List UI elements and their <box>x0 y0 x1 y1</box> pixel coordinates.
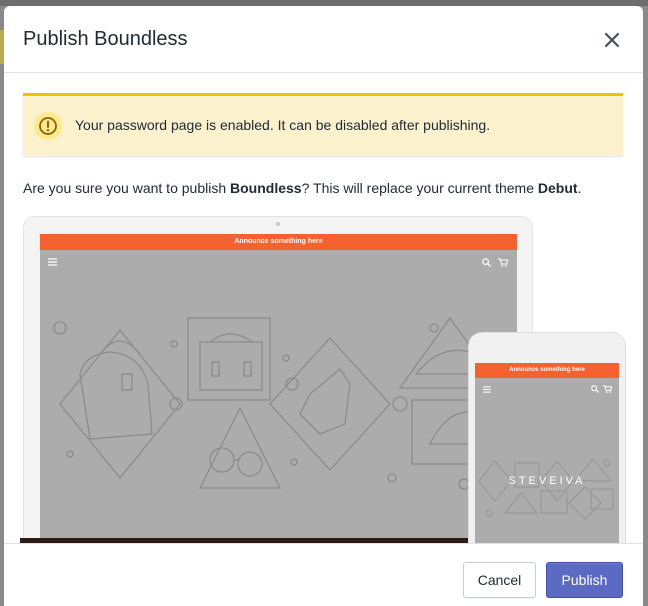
banner-message: Your password page is enabled. It can be… <box>75 117 491 133</box>
publish-modal: Publish Boundless Your password page is … <box>4 6 643 606</box>
new-theme-name: Boundless <box>230 180 302 196</box>
cancel-button[interactable]: Cancel <box>463 562 536 598</box>
confirm-suffix: . <box>577 180 582 196</box>
confirm-middle: ? This will replace your current theme <box>301 180 538 196</box>
current-theme-name: Debut <box>537 180 578 196</box>
confirm-prefix: Are you sure you want to publish <box>23 180 231 196</box>
desktop-preview-frame: Announce something here <box>23 216 533 566</box>
modal-title: Publish Boundless <box>23 28 188 50</box>
close-button[interactable] <box>600 28 624 52</box>
confirm-message: Are you sure you want to publish Boundle… <box>23 180 581 196</box>
desktop-preview-screen: Announce something here <box>40 234 517 554</box>
mobile-preview-frame: Announce something here STEVEIVA <box>468 332 626 563</box>
mobile-product-illustration <box>478 458 614 520</box>
mobile-preview-screen: Announce something here STEVEIVA <box>475 363 619 563</box>
password-warning-banner: Your password page is enabled. It can be… <box>23 93 623 156</box>
close-icon <box>604 32 620 48</box>
mobile-store-brand: STEVEIVA <box>508 475 586 487</box>
warning-icon <box>34 112 62 140</box>
modal-footer: Cancel Publish <box>4 543 643 606</box>
modal-header: Publish Boundless <box>4 6 643 73</box>
camera-dot <box>276 222 280 226</box>
publish-button[interactable]: Publish <box>546 562 623 598</box>
product-illustration <box>53 316 502 490</box>
